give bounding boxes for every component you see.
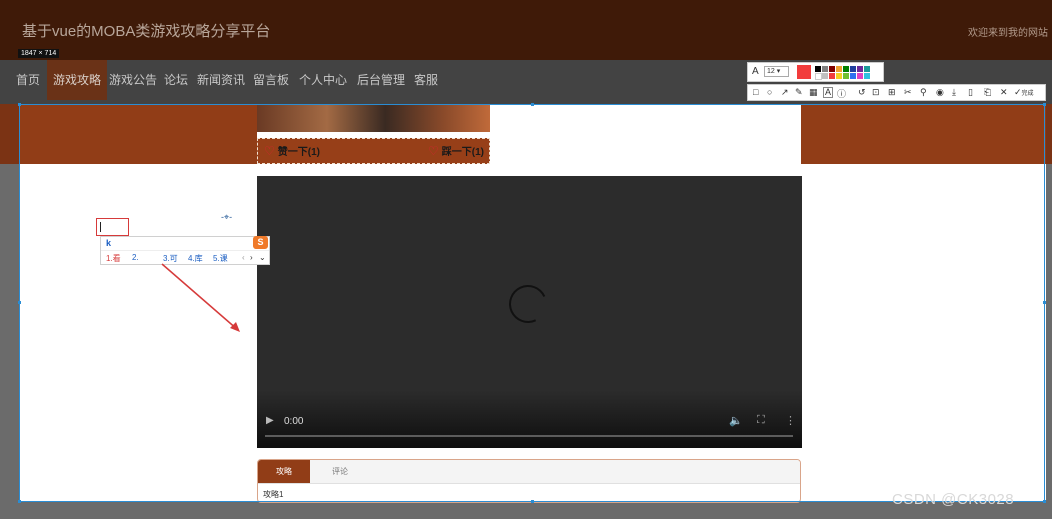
watermark: CSDN @CK3028 <box>892 491 1015 508</box>
ellipse-icon[interactable]: ○ <box>767 87 772 97</box>
nav-item-home[interactable]: 首页 <box>16 60 40 100</box>
marker-icon[interactable]: ⓘ <box>837 87 846 100</box>
screenshot-dim-overlay <box>0 164 20 519</box>
pin-icon[interactable]: ⚲ <box>920 87 927 98</box>
save-icon[interactable]: ⤓ <box>952 87 956 98</box>
resize-handle[interactable] <box>18 301 21 304</box>
ime-next-icon[interactable]: › <box>250 253 253 262</box>
nav-item-forum[interactable]: 论坛 <box>164 60 188 100</box>
font-icon: A <box>752 66 759 77</box>
crosshair-icon: -⌖- <box>221 212 233 222</box>
scissors-icon[interactable]: ✂ <box>904 87 912 98</box>
ime-logo-icon: S <box>253 236 268 249</box>
close-icon[interactable]: ✕ <box>1000 87 1008 98</box>
record-icon[interactable]: ◉ <box>936 87 944 98</box>
undo-icon[interactable]: ↺ <box>858 87 866 98</box>
color-swatch[interactable] <box>857 66 863 72</box>
ime-prev-icon[interactable]: ‹ <box>242 253 245 262</box>
pen-icon[interactable]: ✎ <box>795 87 803 98</box>
nav-item-admin[interactable]: 后台管理 <box>357 60 405 100</box>
resize-handle[interactable] <box>531 500 534 503</box>
color-swatch[interactable] <box>836 73 842 79</box>
nav-item-strategy[interactable]: 游戏攻略 <box>47 60 108 100</box>
site-title: 基于vue的MOBA类游戏攻略分享平台 <box>22 23 271 40</box>
screenshot-dim-overlay <box>1046 104 1052 164</box>
color-swatch[interactable] <box>857 73 863 79</box>
text-icon[interactable]: A <box>823 87 834 98</box>
mosaic-icon[interactable]: ▦ <box>809 87 818 98</box>
annotation-arrow[interactable] <box>160 262 245 337</box>
resize-handle[interactable] <box>18 500 21 503</box>
color-swatch[interactable] <box>815 66 821 72</box>
nav-item-service[interactable]: 客服 <box>414 60 438 100</box>
translate-icon[interactable]: ⊞ <box>888 87 896 98</box>
resize-handle[interactable] <box>1043 301 1046 304</box>
rect-icon[interactable]: □ <box>753 87 758 97</box>
ocr-icon[interactable]: ⊡ <box>872 87 880 98</box>
resize-handle[interactable] <box>1043 500 1046 503</box>
ime-input-text: k <box>106 238 112 248</box>
font-size-value: 12 <box>767 68 775 75</box>
resize-handle[interactable] <box>1043 103 1046 106</box>
ime-candidate[interactable]: 1.看 <box>106 253 121 264</box>
color-swatch[interactable] <box>843 73 849 79</box>
screenshot-toolbar: □ ○ ↗ ✎ ▦ A ⓘ ↺ ⊡ ⊞ ✂ ⚲ ◉ ⤓ ▯ ⎗ ✕ ✓完成 <box>747 84 1046 101</box>
bookmark-icon[interactable]: ⎗ <box>984 87 991 98</box>
color-swatch[interactable] <box>850 73 856 79</box>
nav-item-announcements[interactable]: 游戏公告 <box>109 60 157 100</box>
color-swatch[interactable] <box>815 73 822 80</box>
ime-expand-icon[interactable]: ⌄ <box>259 253 266 262</box>
resize-handle[interactable] <box>531 103 534 106</box>
color-swatch[interactable] <box>829 73 835 79</box>
selection-size-label: 1847 × 714 <box>18 49 60 58</box>
phone-icon[interactable]: ▯ <box>968 87 973 98</box>
text-cursor <box>100 222 101 232</box>
color-swatch[interactable] <box>843 66 849 72</box>
current-color-swatch[interactable] <box>797 65 811 79</box>
ime-candidate[interactable]: 2. <box>132 253 139 262</box>
color-swatch[interactable] <box>836 66 842 72</box>
nav-item-guestbook[interactable]: 留言板 <box>253 60 289 100</box>
nav-item-news[interactable]: 新闻资讯 <box>197 60 245 100</box>
font-size-select[interactable]: 12 ▾ <box>764 66 789 77</box>
screenshot-dim-overlay <box>0 104 20 164</box>
color-swatch[interactable] <box>864 73 870 79</box>
nav-item-profile[interactable]: 个人中心 <box>299 60 347 100</box>
color-swatch[interactable] <box>850 66 856 72</box>
color-swatch[interactable] <box>822 73 828 79</box>
arrow-icon[interactable]: ↗ <box>781 87 789 98</box>
confirm-button[interactable]: ✓完成 <box>1014 87 1034 98</box>
color-swatch[interactable] <box>864 66 870 72</box>
color-swatch[interactable] <box>829 66 835 72</box>
welcome-text: 欢迎来到我的网站 <box>968 28 1048 39</box>
ime-candidate-panel[interactable]: k S 1.看 2. 3.可 4.库 5.课 ‹ › ⌄ <box>100 236 270 265</box>
resize-handle[interactable] <box>18 103 21 106</box>
confirm-label: 完成 <box>1021 91 1034 97</box>
screenshot-dim-overlay <box>1046 164 1052 519</box>
color-swatch[interactable] <box>822 66 828 72</box>
annotation-style-toolbar: A 12 ▾ <box>747 62 884 82</box>
